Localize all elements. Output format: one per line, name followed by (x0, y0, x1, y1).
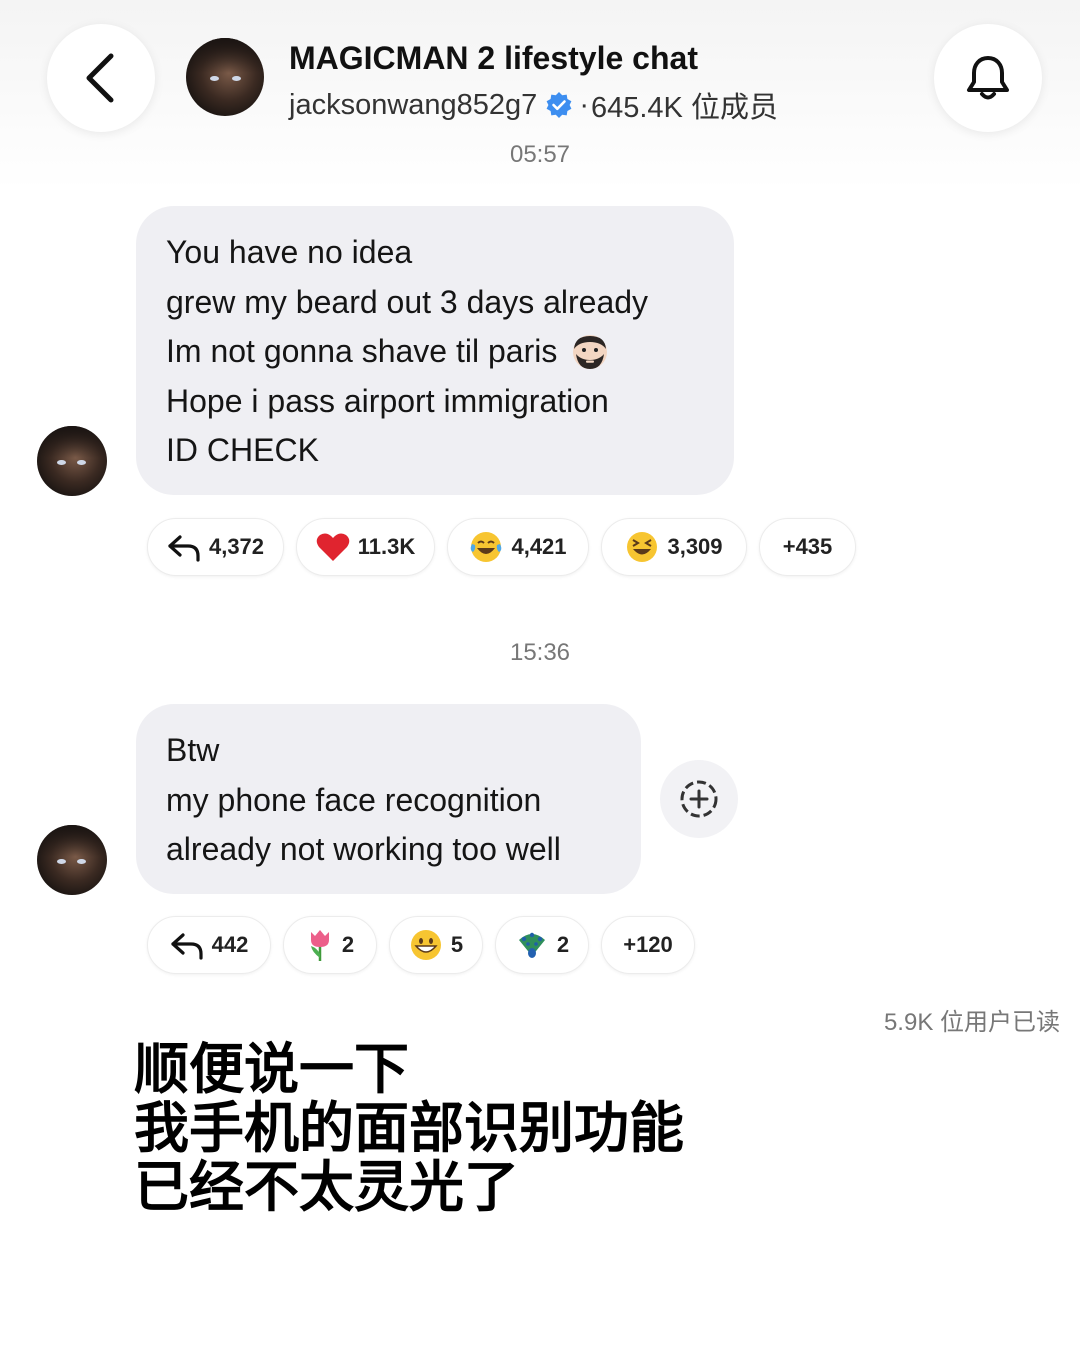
message-line: already not working too well (166, 831, 561, 867)
tears-of-joy-emoji (471, 532, 502, 562)
squinting-laugh-emoji (627, 532, 658, 562)
message-line: grew my beard out 3 days already (166, 283, 649, 320)
read-receipt: 5.9K 位用户已读 (883, 1009, 1060, 1036)
message-timestamp: 05:57 (509, 141, 571, 168)
more-reactions-pill[interactable]: +120 (601, 916, 695, 974)
reaction-bar: 4,372 11.3K 4,421 3,309 +435 (147, 518, 856, 576)
reaction-count: 4,372 (208, 534, 265, 559)
chat-subline: jacksonwang852g7 · 645.4K 位成员 (289, 84, 778, 126)
member-count[interactable]: 645.4K 位成员 (591, 84, 778, 126)
red-heart-emoji (316, 533, 350, 561)
back-button[interactable] (47, 24, 155, 132)
caption-line: 顺便说一下 (134, 1037, 410, 1101)
sender-avatar[interactable] (37, 426, 107, 496)
add-reaction-icon (680, 780, 718, 818)
grinning-face-emoji (410, 930, 441, 960)
separator-dot: · (579, 88, 589, 121)
reaction-pill[interactable]: 11.3K (296, 518, 435, 576)
message-line: Hope i pass airport immigration (166, 382, 609, 419)
reaction-count: 4,421 (511, 534, 567, 559)
reaction-count: 2 (556, 932, 570, 957)
reply-icon (168, 535, 200, 562)
reaction-count: 11.3K (357, 534, 416, 559)
tulip-emoji (310, 930, 329, 961)
message-line: You have no idea (166, 234, 413, 270)
reaction-count: +120 (623, 932, 673, 957)
more-reactions-pill[interactable]: +435 (759, 518, 856, 576)
caption-line: 已经不太灵光了 (134, 1155, 520, 1219)
sender-avatar[interactable] (37, 825, 107, 895)
reaction-pill[interactable]: 5 (389, 916, 483, 974)
reaction-count: +435 (782, 534, 833, 559)
reply-count-pill[interactable]: 442 (147, 916, 271, 974)
message-line: ID CHECK (166, 432, 319, 468)
message-timestamp: 15:36 (509, 639, 571, 666)
message-line: my phone face recognition (166, 781, 542, 818)
verified-badge-icon (545, 91, 573, 119)
message-bubble[interactable]: Btw my phone face recognition already no… (136, 704, 641, 894)
peacock-emoji (518, 932, 545, 958)
chat-avatar[interactable] (186, 38, 264, 116)
reaction-count: 5 (450, 932, 464, 957)
notifications-button[interactable] (934, 24, 1042, 132)
reaction-bar: 442 2 5 2 +120 (147, 916, 695, 974)
add-reaction-button[interactable] (660, 760, 738, 838)
reply-count-pill[interactable]: 4,372 (147, 518, 284, 576)
bell-icon (967, 56, 1009, 100)
message-line: Im not gonna shave til paris (166, 327, 704, 377)
message-line: Btw (166, 732, 220, 768)
caption-overlay: 顺便说一下 我手机的面部识别功能 已经不太灵光了 (134, 1040, 684, 1217)
chat-title[interactable]: MAGICMAN 2 lifestyle chat (289, 40, 698, 77)
message-line-text: Im not gonna shave til paris (166, 333, 558, 369)
reply-icon (171, 933, 203, 960)
reaction-pill[interactable]: 2 (283, 916, 377, 974)
bearded-man-emoji (571, 333, 609, 371)
reaction-pill[interactable]: 4,421 (447, 518, 589, 576)
message-bubble[interactable]: You have no idea grew my beard out 3 day… (136, 206, 734, 495)
reaction-count: 442 (211, 932, 249, 957)
channel-username[interactable]: jacksonwang852g7 (289, 89, 537, 122)
reaction-pill[interactable]: 3,309 (601, 518, 747, 576)
chevron-left-icon (86, 53, 114, 103)
caption-line: 我手机的面部识别功能 (134, 1096, 685, 1160)
reaction-count: 2 (341, 932, 355, 957)
reaction-pill[interactable]: 2 (495, 916, 589, 974)
reaction-count: 3,309 (667, 534, 723, 559)
